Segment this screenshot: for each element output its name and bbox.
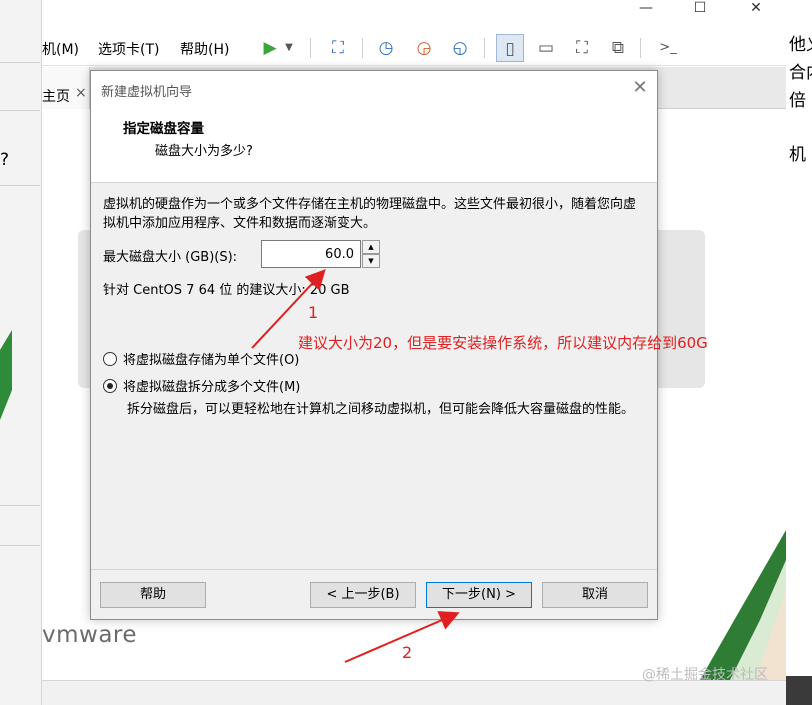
annotation-marker-1: 1 [308,303,319,322]
annotation-marker-2: 2 [402,643,413,662]
watermark: @稀土掘金技术社区 [642,667,768,683]
annotation-arrow-2 [344,611,460,663]
annotation-note: 建议大小为20，但是要安装操作系统，所以建议内存给到60G [298,334,708,352]
